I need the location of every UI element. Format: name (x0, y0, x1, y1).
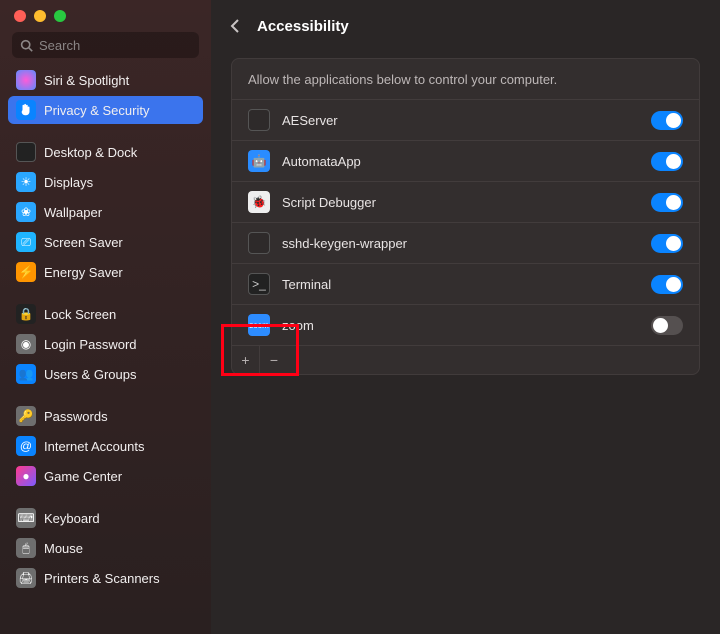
app-automata-icon: 🤖 (248, 150, 270, 172)
sidebar-item-passwords[interactable]: 🔑 Passwords (8, 402, 203, 430)
hand-icon (16, 100, 36, 120)
app-name: Terminal (282, 277, 639, 292)
add-button[interactable]: + (232, 346, 260, 374)
sidebar: Search Siri & Spotlight Privacy & Securi… (0, 0, 211, 634)
zoom-icon[interactable] (54, 10, 66, 22)
mouse-icon: 🖱 (16, 538, 36, 558)
app-name: Script Debugger (282, 195, 639, 210)
close-icon[interactable] (14, 10, 26, 22)
toggle-sshd[interactable] (651, 234, 683, 253)
toggle-scriptdebugger[interactable] (651, 193, 683, 212)
app-name: sshd-keygen-wrapper (282, 236, 639, 251)
siri-icon (16, 70, 36, 90)
app-list-panel: Allow the applications below to control … (231, 58, 700, 375)
printer-icon: 🖨 (16, 568, 36, 588)
sidebar-item-wallpaper[interactable]: ❀ Wallpaper (8, 198, 203, 226)
sidebar-item-label: Game Center (44, 469, 122, 484)
app-row[interactable]: 🐞 Script Debugger (232, 181, 699, 222)
app-generic-icon (248, 232, 270, 254)
sidebar-item-keyboard[interactable]: ⌨ Keyboard (8, 504, 203, 532)
at-icon: @ (16, 436, 36, 456)
fingerprint-icon: ◉ (16, 334, 36, 354)
lock-icon: 🔒 (16, 304, 36, 324)
screensaver-icon: ⎚ (16, 232, 36, 252)
toggle-aeserver[interactable] (651, 111, 683, 130)
sidebar-list: Siri & Spotlight Privacy & Security Desk… (0, 66, 211, 634)
app-name: AutomataApp (282, 154, 639, 169)
sidebar-item-label: Login Password (44, 337, 137, 352)
users-icon: 👥 (16, 364, 36, 384)
panel-footer: + − (232, 345, 699, 374)
sidebar-item-mouse[interactable]: 🖱 Mouse (8, 534, 203, 562)
sidebar-item-label: Keyboard (44, 511, 100, 526)
window-controls (0, 0, 211, 28)
search-icon (20, 39, 33, 52)
gamecenter-icon: ● (16, 466, 36, 486)
app-generic-icon (248, 109, 270, 131)
sidebar-item-lockscreen[interactable]: 🔒 Lock Screen (8, 300, 203, 328)
toggle-zoom[interactable] (651, 316, 683, 335)
sidebar-item-label: Mouse (44, 541, 83, 556)
sidebar-item-users[interactable]: 👥 Users & Groups (8, 360, 203, 388)
minimize-icon[interactable] (34, 10, 46, 22)
app-scriptdebugger-icon: 🐞 (248, 191, 270, 213)
toggle-automataapp[interactable] (651, 152, 683, 171)
main-pane: Accessibility Allow the applications bel… (211, 0, 720, 634)
keyboard-icon: ⌨ (16, 508, 36, 528)
app-terminal-icon: >_ (248, 273, 270, 295)
sidebar-item-siri[interactable]: Siri & Spotlight (8, 66, 203, 94)
sidebar-item-label: Screen Saver (44, 235, 123, 250)
dock-icon (16, 142, 36, 162)
sidebar-item-privacy[interactable]: Privacy & Security (8, 96, 203, 124)
sidebar-item-label: Energy Saver (44, 265, 123, 280)
search-input[interactable]: Search (12, 32, 199, 58)
search-placeholder: Search (39, 38, 80, 53)
app-name: AEServer (282, 113, 639, 128)
sidebar-item-label: Internet Accounts (44, 439, 144, 454)
sidebar-item-label: Lock Screen (44, 307, 116, 322)
wallpaper-icon: ❀ (16, 202, 36, 222)
sidebar-item-label: Wallpaper (44, 205, 102, 220)
app-row[interactable]: zoom zoom (232, 304, 699, 345)
display-icon: ☀ (16, 172, 36, 192)
sidebar-item-displays[interactable]: ☀ Displays (8, 168, 203, 196)
sidebar-item-internet[interactable]: @ Internet Accounts (8, 432, 203, 460)
app-row[interactable]: AEServer (232, 99, 699, 140)
sidebar-item-energy[interactable]: ⚡ Energy Saver (8, 258, 203, 286)
toggle-terminal[interactable] (651, 275, 683, 294)
app-zoom-icon: zoom (248, 314, 270, 336)
key-icon: 🔑 (16, 406, 36, 426)
battery-icon: ⚡ (16, 262, 36, 282)
sidebar-item-label: Displays (44, 175, 93, 190)
sidebar-item-gamecenter[interactable]: ● Game Center (8, 462, 203, 490)
sidebar-item-loginpassword[interactable]: ◉ Login Password (8, 330, 203, 358)
sidebar-item-desktop[interactable]: Desktop & Dock (8, 138, 203, 166)
main-header: Accessibility (211, 0, 720, 50)
app-row[interactable]: 🤖 AutomataApp (232, 140, 699, 181)
sidebar-item-label: Passwords (44, 409, 108, 424)
page-title: Accessibility (257, 18, 349, 35)
app-name: zoom (282, 318, 639, 333)
sidebar-item-label: Users & Groups (44, 367, 136, 382)
sidebar-item-label: Privacy & Security (44, 103, 149, 118)
sidebar-item-label: Printers & Scanners (44, 571, 160, 586)
back-button[interactable] (227, 14, 243, 38)
sidebar-item-screensaver[interactable]: ⎚ Screen Saver (8, 228, 203, 256)
panel-description: Allow the applications below to control … (232, 59, 699, 99)
remove-button[interactable]: − (260, 346, 288, 374)
app-row[interactable]: >_ Terminal (232, 263, 699, 304)
sidebar-item-label: Siri & Spotlight (44, 73, 129, 88)
chevron-left-icon (230, 18, 240, 34)
sidebar-item-printers[interactable]: 🖨 Printers & Scanners (8, 564, 203, 592)
app-row[interactable]: sshd-keygen-wrapper (232, 222, 699, 263)
sidebar-item-label: Desktop & Dock (44, 145, 137, 160)
